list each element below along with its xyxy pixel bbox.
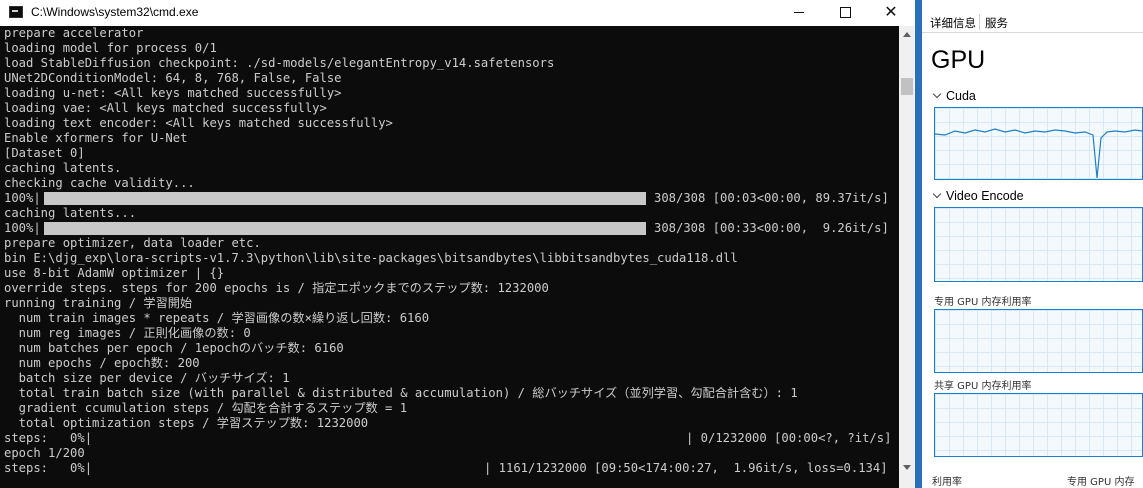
- console-line: caching latents.: [4, 161, 122, 175]
- task-manager-panel: 详细信息 服务 GPU Cuda Video Encode 专用 GPU 内存利…: [922, 0, 1143, 488]
- console-line: loading text encoder: <All keys matched …: [4, 116, 393, 130]
- progress-bar-fill: [44, 192, 646, 205]
- cuda-usage-line: [935, 128, 1142, 179]
- console-line: use 8-bit AdamW optimizer | {}: [4, 266, 225, 280]
- console-line: prepare optimizer, data loader etc.: [4, 236, 261, 250]
- console-line: num epochs / epoch数: 200: [4, 356, 200, 370]
- shared-memory-graph: [934, 393, 1143, 457]
- console-line: running training / 学習開始: [4, 296, 193, 310]
- chevron-down-icon: [932, 189, 942, 199]
- console-line: [Dataset 0]: [4, 146, 85, 160]
- console-line: checking cache validity...: [4, 176, 195, 190]
- minimize-button[interactable]: [776, 0, 822, 26]
- console-line: total optimization steps / 学習ステップ数: 1232…: [4, 416, 369, 430]
- video-encode-section-toggle[interactable]: Video Encode: [932, 189, 1024, 203]
- console-line: prepare accelerator: [4, 26, 144, 40]
- console-line: epoch 1/200: [4, 446, 85, 460]
- dedicated-memory-bottom-label: 专用 GPU 内存: [1067, 477, 1135, 488]
- console-line: bin E:\djg_exp\lora-scripts-v1.7.3\pytho…: [4, 251, 738, 265]
- console-line: gradient ccumulation steps / 勾配を合計するステップ…: [4, 401, 408, 415]
- scroll-down-icon[interactable]: [903, 465, 911, 470]
- progress-status: 308/308 [00:03<00:00, 89.37it/s]: [654, 191, 889, 205]
- minimize-icon: [794, 12, 804, 13]
- steps-status: | 1161/1232000 [09:50<174:00:27, 1.96it/…: [484, 461, 888, 475]
- console-line: loading model for process 0/1: [4, 41, 217, 55]
- shared-memory-label: 共享 GPU 内存利用率: [934, 381, 1032, 392]
- chevron-down-icon: [932, 89, 942, 99]
- scroll-up-icon[interactable]: [903, 32, 911, 37]
- progress-status: 308/308 [00:33<00:00, 9.26it/s]: [654, 221, 889, 235]
- console-line: num batches per epoch / 1epochのバッチ数: 616…: [4, 341, 344, 355]
- cuda-graph: [934, 107, 1143, 180]
- cuda-section-toggle[interactable]: Cuda: [932, 89, 976, 103]
- cmd-window: C:\Windows\system32\cmd.exe ✕ prepare ac…: [0, 0, 915, 488]
- console-line: loading vae: <All keys matched successfu…: [4, 101, 327, 115]
- video-encode-label: Video Encode: [946, 189, 1024, 203]
- tab-services[interactable]: 服务: [985, 15, 1008, 31]
- console-output[interactable]: prepare accelerator loading model for pr…: [0, 26, 899, 488]
- console-line: total train batch size (with parallel & …: [4, 386, 798, 400]
- cuda-label: Cuda: [946, 89, 976, 103]
- dedicated-memory-label: 专用 GPU 内存利用率: [934, 297, 1032, 308]
- console-line: override steps. steps for 200 epochs is …: [4, 281, 549, 295]
- console-line: Enable xformers for U-Net: [4, 131, 188, 145]
- steps-line: steps: 0%|: [4, 431, 93, 445]
- vertical-scrollbar[interactable]: [899, 26, 915, 488]
- gpu-heading: GPU: [931, 46, 986, 74]
- console-line: batch size per device / バッチサイズ: 1: [4, 371, 290, 385]
- steps-status: | 0/1232000 [00:00<?, ?it/s]: [686, 431, 892, 445]
- tab-divider: [979, 14, 980, 30]
- cmd-app-icon[interactable]: [9, 6, 23, 18]
- maximize-icon: [839, 7, 851, 18]
- progress-bar-fill: [44, 222, 646, 235]
- console-line: UNet2DConditionModel: 64, 8, 768, False,…: [4, 71, 342, 85]
- dedicated-memory-graph: [934, 309, 1143, 373]
- maximize-button[interactable]: [822, 0, 868, 26]
- scroll-thumb[interactable]: [901, 78, 913, 95]
- progress-prefix: 100%|: [4, 191, 41, 205]
- progress-prefix: 100%|: [4, 221, 41, 235]
- close-button[interactable]: ✕: [868, 0, 914, 26]
- tab-bar: 详细信息 服务: [922, 10, 1143, 33]
- steps-line: steps: 0%|: [4, 461, 93, 475]
- console-line: caching latents...: [4, 206, 137, 220]
- window-title: C:\Windows\system32\cmd.exe: [31, 5, 199, 19]
- utilization-label: 利用率: [932, 477, 962, 488]
- console-line: loading u-net: <All keys matched success…: [4, 86, 342, 100]
- tab-details[interactable]: 详细信息: [930, 15, 976, 31]
- video-encode-graph: [934, 207, 1143, 282]
- title-bar[interactable]: C:\Windows\system32\cmd.exe ✕: [0, 0, 915, 26]
- close-icon: ✕: [884, 2, 898, 21]
- console-line: load StableDiffusion checkpoint: ./sd-mo…: [4, 56, 555, 70]
- console-line: num reg images / 正則化画像の数: 0: [4, 326, 251, 340]
- console-line: num train images * repeats / 学習画像の数×繰り返し…: [4, 311, 430, 325]
